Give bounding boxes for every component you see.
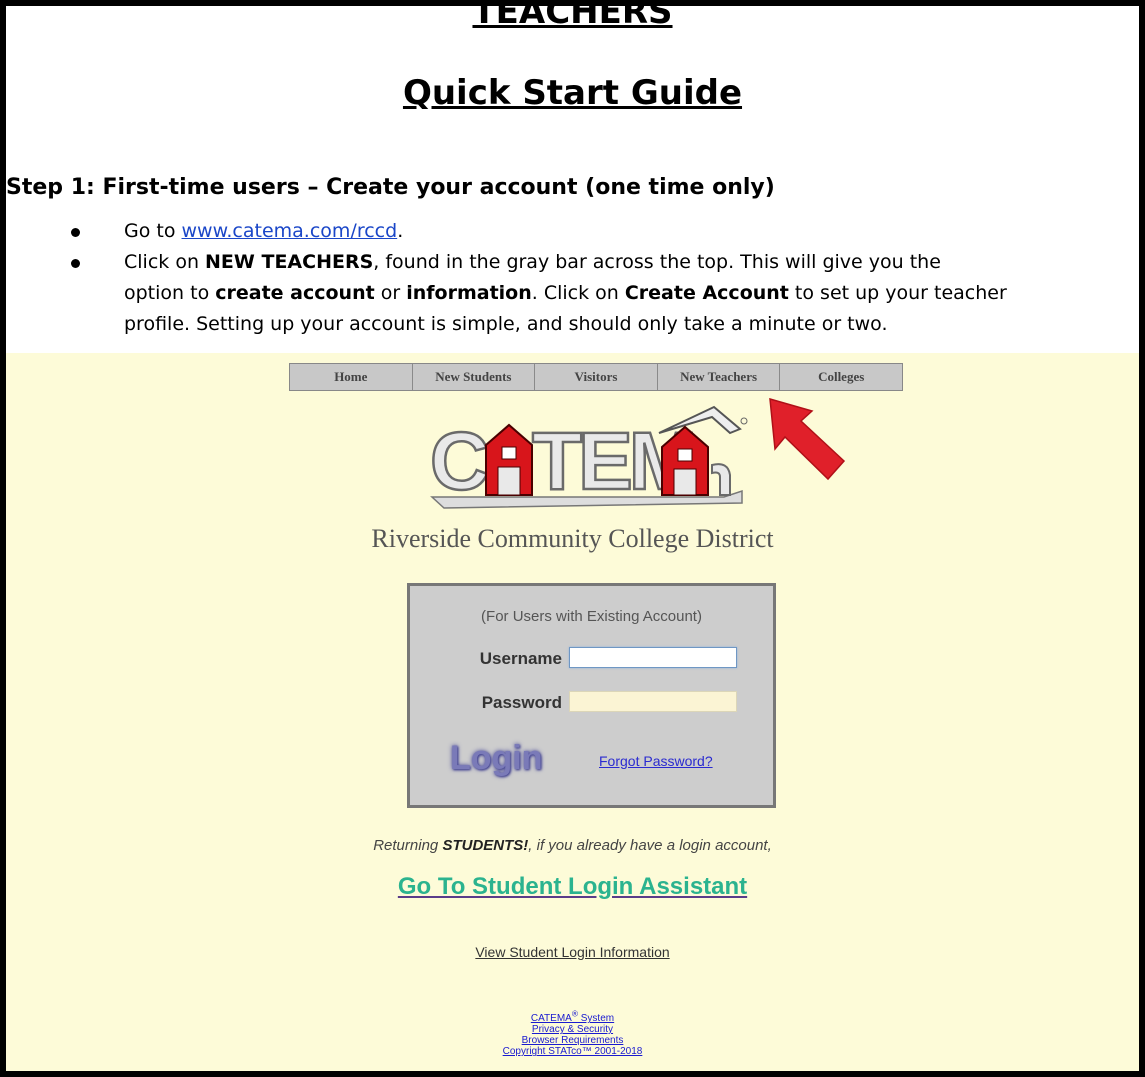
forgot-password-link[interactable]: Forgot Password?: [599, 753, 713, 769]
logo-text: C: [430, 416, 487, 507]
login-panel: (For Users with Existing Account) Userna…: [407, 583, 776, 808]
catema-logo: C TEM: [429, 405, 748, 509]
red-house-icon: [485, 423, 533, 496]
username-label: Username: [479, 649, 562, 668]
step1-heading: Step 1: First-time users – Create your a…: [6, 175, 775, 200]
top-nav-bar: Home New Students Visitors New Teachers …: [289, 363, 903, 391]
doc-title-quick-start: Quick Start Guide: [402, 73, 743, 113]
document-page: TEACHERS Quick Start Guide Step 1: First…: [6, 6, 1139, 1071]
student-login-assistant-link[interactable]: Go To Student Login Assistant: [398, 873, 747, 900]
footer-copyright: Copyright STATco™ 2001-2018: [502, 1046, 643, 1058]
student-login-assistant-container: Go To Student Login Assistant: [6, 873, 1139, 901]
view-student-login-info-link[interactable]: View Student Login Information: [475, 944, 669, 960]
returning-students-note: Returning STUDENTS!, if you already have…: [373, 837, 772, 854]
username-input[interactable]: [569, 647, 737, 668]
existing-account-note: (For Users with Existing Account): [481, 608, 702, 625]
password-label: Password: [481, 693, 562, 712]
footer-privacy-link[interactable]: Privacy & Security: [532, 1024, 613, 1035]
nav-home[interactable]: Home: [290, 364, 413, 390]
footer-links: CATEMA® System Privacy & Security Browse…: [6, 1009, 1139, 1057]
login-button[interactable]: Login: [450, 739, 543, 778]
bullet-dot-icon: [71, 228, 80, 237]
view-student-login-info-container: View Student Login Information: [6, 944, 1139, 960]
nav-visitors[interactable]: Visitors: [535, 364, 658, 390]
nav-new-teachers[interactable]: New Teachers: [658, 364, 781, 390]
district-name: Riverside Community College District: [371, 524, 774, 553]
catema-url-link[interactable]: www.catema.com/rccd: [182, 220, 398, 242]
bullet-new-teachers: Click on NEW TEACHERS, found in the gray…: [71, 247, 1139, 340]
nav-colleges[interactable]: Colleges: [780, 364, 902, 390]
step1-bullets: Go to www.catema.com/rccd. Click on NEW …: [71, 216, 1139, 340]
red-arrow-icon: [769, 397, 846, 481]
catema-screenshot: Home New Students Visitors New Teachers …: [6, 353, 1139, 1071]
nav-new-students[interactable]: New Students: [413, 364, 536, 390]
doc-title-teachers: TEACHERS: [472, 6, 673, 32]
bullet-dot-icon: [71, 259, 80, 268]
bullet-goto: Go to www.catema.com/rccd.: [71, 216, 1139, 247]
footer-browser-link[interactable]: Browser Requirements: [522, 1035, 624, 1046]
password-input[interactable]: [569, 691, 737, 712]
footer-catema-system-link[interactable]: CATEMA® System: [531, 1009, 614, 1024]
